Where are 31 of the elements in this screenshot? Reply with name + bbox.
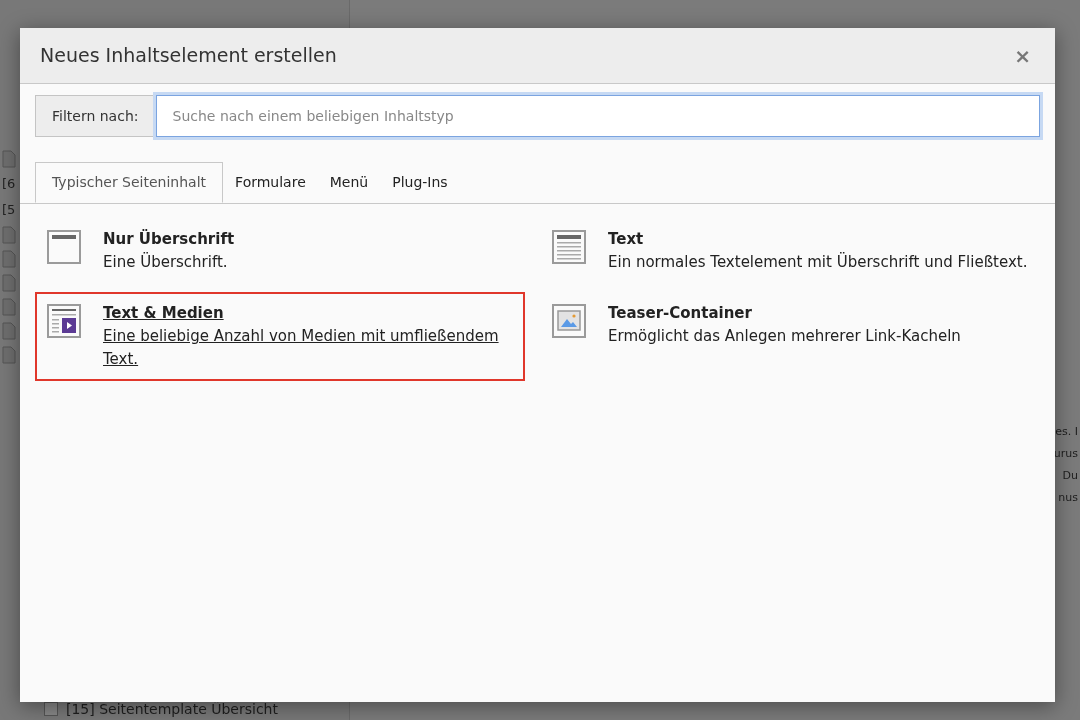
header-element-icon — [47, 230, 81, 264]
item-title: Text — [608, 229, 645, 250]
item-title: Text & Medien — [103, 303, 225, 324]
filter-search-field[interactable]: Suche nach einem beliebigen Inhaltstyp — [155, 95, 1040, 137]
item-description: Ermöglicht das Anlegen mehrerer Link-Kacheln — [608, 326, 961, 347]
content-text-fragment: Du — [1062, 468, 1078, 484]
content-text-fragment: urus — [1053, 446, 1078, 462]
content-type-item[interactable]: Text Ein normales Textelement mit Überschrift und Fließtext. — [540, 218, 1040, 284]
filter-label: Filtern nach: — [35, 95, 156, 137]
tab[interactable]: Typischer Seiteninhalt — [35, 162, 224, 203]
text-media-element-icon — [47, 304, 81, 338]
text-element-icon — [552, 230, 586, 264]
tree-item-text: [5 — [2, 201, 16, 219]
tab[interactable]: Menü — [318, 162, 380, 203]
item-description: Ein normales Textelement mit Überschrift und Fließtext. — [608, 251, 1028, 273]
content-type-item[interactable]: Teaser-Container Ermöglicht das Anlegen mehrerer Link-Kacheln — [540, 292, 1040, 381]
tab[interactable]: Formulare — [224, 162, 317, 203]
page-checkbox[interactable] — [44, 702, 58, 716]
image-element-icon — [552, 304, 586, 338]
item-title: Nur Überschrift — [103, 228, 235, 250]
dialog-title: Neues Inhaltselement erstellen — [40, 43, 337, 69]
content-type-item[interactable]: Nur Überschrift Eine Überschrift. — [35, 218, 525, 284]
content-text-fragment: nus — [1058, 490, 1078, 506]
item-description: Eine Überschrift. — [103, 251, 229, 273]
tree-item-text: [6 — [2, 175, 16, 193]
item-title: Teaser-Container — [608, 303, 753, 324]
tab[interactable]: Plug-Ins — [381, 162, 459, 203]
content-text-fragment: es. I — [1055, 424, 1078, 440]
close-button[interactable]: × — [1010, 45, 1035, 66]
item-description: Eine beliebige Anzahl von Medien mit umfließendem Text. — [103, 326, 500, 370]
content-type-item[interactable]: Text & Medien Eine beliebige Anzahl von Medien mit umfließendem Text. — [35, 292, 525, 381]
